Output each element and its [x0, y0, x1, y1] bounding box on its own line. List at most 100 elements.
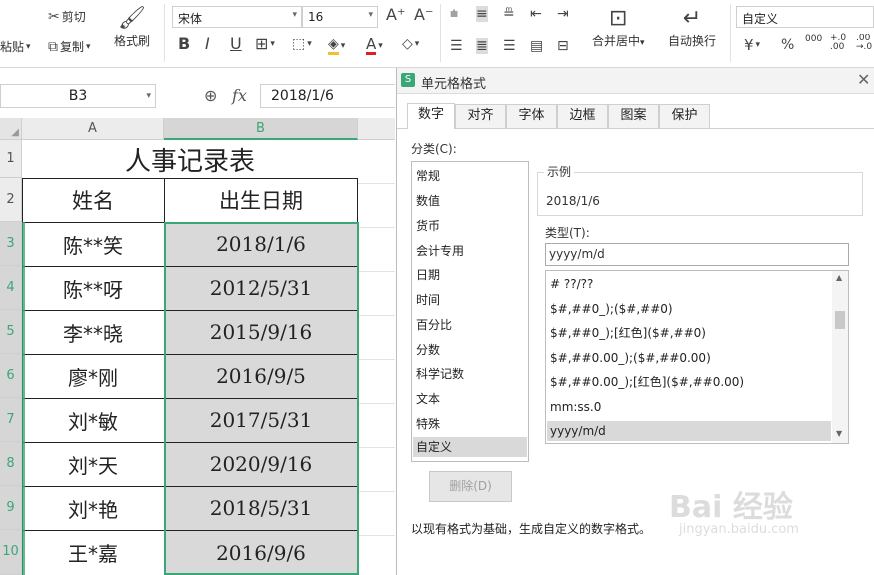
copy-button[interactable]: ⧉ 复制 ▾: [48, 38, 91, 55]
sheet-title-cell[interactable]: 人事记录表: [22, 140, 358, 178]
category-item[interactable]: 常规: [416, 166, 440, 186]
column-header-a[interactable]: A: [22, 118, 164, 140]
font-grow-icon: A⁺: [386, 5, 406, 24]
row-header[interactable]: 3: [0, 222, 22, 266]
paste-button[interactable]: 粘贴 ▾: [0, 38, 31, 55]
tab-font[interactable]: 字体: [506, 104, 557, 128]
tab-border[interactable]: 边框: [557, 104, 608, 128]
row-header[interactable]: 2: [0, 178, 22, 222]
format-item[interactable]: $#,##0_);($#,##0): [550, 299, 673, 319]
format-item[interactable]: $#,##0.00_);[红色]($#,##0.00): [550, 372, 744, 392]
currency-button[interactable]: ¥ ▾: [744, 37, 760, 53]
category-list[interactable]: 常规 数值 货币 会计专用 日期 时间 百分比 分数 科学记数 文本 特殊 自定…: [411, 161, 529, 462]
type-list[interactable]: # ??/?? $#,##0_);($#,##0) $#,##0_);[红色](…: [545, 270, 849, 444]
cut-button[interactable]: ✂ 剪切: [48, 8, 86, 25]
row-header[interactable]: 5: [0, 310, 22, 354]
header-cell-name[interactable]: 姓名: [22, 178, 164, 222]
category-item[interactable]: 百分比: [416, 315, 452, 335]
justify-button[interactable]: ▤: [530, 38, 543, 54]
name-cell[interactable]: 廖*刚: [22, 354, 164, 398]
category-item[interactable]: 特殊: [416, 414, 440, 434]
row-header[interactable]: 8: [0, 442, 22, 486]
category-item[interactable]: 文本: [416, 389, 440, 409]
border-button[interactable]: ⊞ ▾: [255, 36, 275, 52]
font-name-select[interactable]: 宋体 ▾: [172, 6, 302, 28]
align-center-button[interactable]: ≣: [476, 38, 488, 54]
scroll-down-icon[interactable]: ▼: [836, 429, 842, 438]
name-cell[interactable]: 刘*艳: [22, 486, 164, 530]
tab-protection[interactable]: 保护: [659, 104, 710, 128]
align-top-button[interactable]: ⩧: [450, 6, 458, 22]
delete-button[interactable]: 删除(D): [429, 471, 512, 502]
category-item[interactable]: 科学记数: [416, 364, 464, 384]
function-icon[interactable]: fx: [232, 86, 247, 105]
align-right-button[interactable]: ☰: [503, 38, 516, 54]
format-item[interactable]: # ??/??: [550, 274, 593, 294]
align-bottom-button[interactable]: ≞: [503, 6, 515, 22]
dialog-titlebar[interactable]: S 单元格格式 ✕: [397, 68, 874, 94]
font-size-select[interactable]: 16 ▾: [302, 6, 378, 28]
select-all-corner[interactable]: ◢: [0, 118, 22, 140]
category-item[interactable]: 货币: [416, 216, 440, 236]
row-header[interactable]: 1: [0, 140, 22, 178]
category-item[interactable]: 日期: [416, 265, 440, 285]
name-cell[interactable]: 王*嘉: [22, 530, 164, 575]
category-item[interactable]: 分数: [416, 340, 440, 360]
row-header[interactable]: 4: [0, 266, 22, 310]
thousands-button[interactable]: 000: [805, 34, 822, 44]
name-cell[interactable]: 陈**呀: [22, 266, 164, 310]
name-cell[interactable]: 陈**笑: [22, 222, 164, 266]
name-cell[interactable]: 刘*天: [22, 442, 164, 486]
align-middle-button[interactable]: ≡: [476, 6, 488, 22]
empty-column-cells[interactable]: [358, 140, 395, 575]
zoom-icon[interactable]: ⊕: [204, 86, 217, 105]
tab-alignment[interactable]: 对齐: [455, 104, 506, 128]
category-item-selected[interactable]: 自定义: [413, 437, 527, 457]
scroll-up-icon[interactable]: ▲: [836, 273, 842, 282]
format-item[interactable]: mm:ss.0: [550, 397, 601, 417]
column-header-b[interactable]: B: [164, 118, 358, 140]
name-cell[interactable]: 刘*敏: [22, 398, 164, 442]
bold-button[interactable]: B: [178, 36, 190, 52]
decrease-indent-button[interactable]: ⇤: [530, 6, 542, 22]
category-item[interactable]: 数值: [416, 191, 440, 211]
distributed-button[interactable]: ⊟: [557, 38, 569, 54]
increase-font-button[interactable]: A⁺: [386, 7, 405, 23]
row-header[interactable]: 9: [0, 486, 22, 530]
format-painter-button[interactable]: 🖌 格式刷: [114, 6, 150, 49]
scroll-thumb[interactable]: [835, 311, 845, 329]
merge-center-button[interactable]: ⊡ 合并居中▾: [592, 6, 645, 49]
format-item[interactable]: $#,##0_);[红色]($#,##0): [550, 323, 706, 343]
cell-style-button[interactable]: ⬚ ▾: [292, 36, 312, 52]
italic-button[interactable]: I: [205, 36, 210, 52]
name-cell[interactable]: 李**晓: [22, 310, 164, 354]
align-left-button[interactable]: ☰: [450, 38, 463, 54]
decrease-font-button[interactable]: A⁻: [414, 7, 433, 23]
close-icon[interactable]: ✕: [857, 70, 870, 89]
format-item[interactable]: $#,##0.00_);($#,##0.00): [550, 348, 711, 368]
underline-button[interactable]: U: [230, 36, 242, 52]
column-header-c[interactable]: [358, 118, 395, 140]
increase-indent-button[interactable]: ⇥: [557, 6, 569, 22]
formula-input[interactable]: 2018/1/6: [260, 84, 395, 108]
header-cell-birthdate[interactable]: 出生日期: [164, 178, 358, 222]
row-header[interactable]: 10: [0, 530, 22, 575]
number-format-select[interactable]: 自定义: [736, 6, 874, 28]
percent-button[interactable]: %: [781, 37, 794, 53]
category-item[interactable]: 时间: [416, 290, 440, 310]
fill-color-button[interactable]: ◈ ▾: [328, 36, 345, 55]
format-item-selected[interactable]: yyyy/m/d: [547, 421, 831, 441]
row-header[interactable]: 6: [0, 354, 22, 398]
clear-button[interactable]: ◇ ▾: [402, 36, 419, 52]
tab-number[interactable]: 数字: [407, 103, 455, 129]
row-header[interactable]: 7: [0, 398, 22, 442]
type-input[interactable]: yyyy/m/d: [545, 243, 849, 266]
font-color-button[interactable]: A ▾: [366, 36, 383, 55]
category-item[interactable]: 会计专用: [416, 241, 464, 261]
increase-decimal-button[interactable]: +.0 .00: [830, 34, 852, 52]
type-list-scrollbar[interactable]: ▲ ▼: [832, 271, 848, 443]
tab-patterns[interactable]: 图案: [608, 104, 659, 128]
wrap-text-button[interactable]: ↵ 自动换行: [668, 6, 716, 49]
decrease-decimal-button[interactable]: .00 →.0: [856, 34, 874, 52]
name-box[interactable]: B3 ▾: [0, 84, 156, 108]
